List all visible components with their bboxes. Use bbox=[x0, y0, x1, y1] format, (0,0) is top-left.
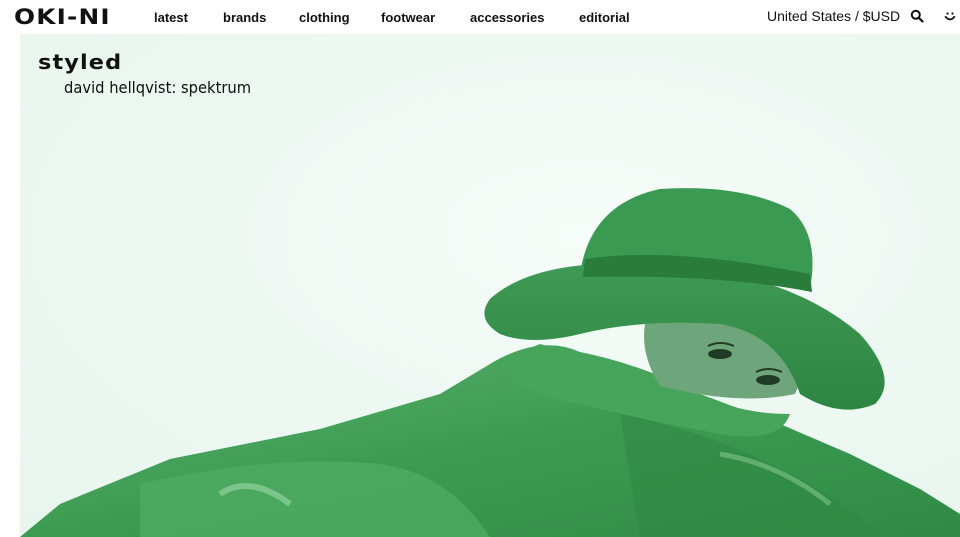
hero-caption[interactable]: styled david hellqvist: spektrum bbox=[38, 50, 267, 97]
hero-image[interactable] bbox=[20, 34, 960, 537]
nav-item-footwear[interactable]: footwear bbox=[381, 10, 435, 25]
nav-item-editorial[interactable]: editorial bbox=[579, 10, 630, 25]
hero-photo-illustration bbox=[20, 188, 960, 537]
nav-item-clothing[interactable]: clothing bbox=[299, 10, 350, 25]
caption-kicker: styled bbox=[38, 50, 123, 74]
site-header: OKI-NI latest brands clothing footwear a… bbox=[0, 0, 960, 34]
hero-margin bbox=[0, 34, 20, 537]
search-icon[interactable] bbox=[910, 9, 924, 23]
nav-item-accessories[interactable]: accessories bbox=[470, 10, 544, 25]
smiley-icon[interactable] bbox=[943, 9, 957, 23]
caption-title[interactable]: david hellqvist: spektrum bbox=[64, 78, 251, 97]
nav-item-latest[interactable]: latest bbox=[154, 10, 188, 25]
nav-item-brands[interactable]: brands bbox=[223, 10, 266, 25]
site-logo[interactable]: OKI-NI bbox=[14, 6, 146, 28]
region-currency-selector[interactable]: United States / $USD bbox=[767, 8, 900, 24]
